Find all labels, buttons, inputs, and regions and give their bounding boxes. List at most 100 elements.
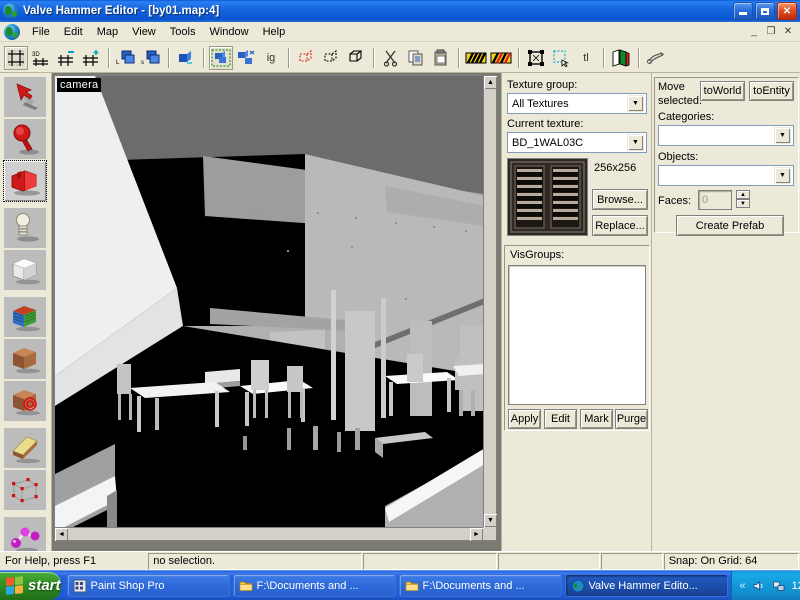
taskbar-item-paint-shop-pro[interactable]: Paint Shop Pro [66, 574, 230, 597]
ignore-groups-icon[interactable]: ig [259, 46, 283, 70]
group-objects-icon[interactable] [209, 45, 233, 70]
tray-expand-chevron-icon[interactable]: « [740, 580, 746, 592]
chevron-down-icon[interactable]: ▼ [627, 134, 644, 151]
categories-combo[interactable]: ▼ [658, 125, 794, 146]
brown-cube-target-icon[interactable] [4, 381, 46, 421]
grid-minus-icon[interactable] [54, 46, 78, 70]
restore-button[interactable] [755, 2, 775, 20]
wedge-clip-icon[interactable] [4, 428, 46, 468]
spinner-down-icon[interactable]: ▼ [736, 199, 750, 208]
chevron-down-icon[interactable]: ▼ [774, 127, 791, 144]
taskbar-item-explorer-1[interactable]: F:\Documents and ... [232, 574, 396, 597]
scrollbar-corner [483, 527, 496, 540]
3d-grid-icon[interactable]: 3D [29, 46, 53, 70]
toolbar-separator [638, 47, 640, 68]
minimize-button[interactable] [733, 2, 753, 20]
scissors-icon[interactable] [379, 46, 403, 70]
menu-item-map[interactable]: Map [90, 24, 125, 40]
taskbar-label: F:\Documents and ... [422, 579, 525, 592]
white-cube-icon[interactable] [4, 250, 46, 290]
textured-cube-icon[interactable] [4, 297, 46, 337]
show-all-icon[interactable] [344, 46, 368, 70]
selection-box-icon[interactable] [524, 46, 548, 70]
browse-label: Browse... [597, 193, 643, 206]
edit-label: Edit [551, 413, 570, 425]
menu-item-file[interactable]: File [25, 24, 57, 40]
grid-crosshair-icon[interactable] [4, 45, 28, 70]
carve-icon[interactable] [174, 46, 198, 70]
viewport-horizontal-scrollbar[interactable]: ◄ ► [55, 527, 483, 541]
brown-cube-icon[interactable] [4, 339, 46, 379]
taskbar-item-explorer-2[interactable]: F:\Documents and ... [398, 574, 562, 597]
network-icon[interactable] [772, 579, 786, 593]
mark-button[interactable]: Mark [580, 409, 613, 429]
cordon-box-icon[interactable] [549, 46, 573, 70]
taskbar-item-hammer[interactable]: Valve Hammer Edito... [564, 574, 728, 597]
mdi-minimize-button[interactable]: _ [746, 24, 762, 39]
hide-unselected-icon[interactable] [319, 46, 343, 70]
mdi-close-button[interactable]: ✕ [780, 24, 796, 39]
apply-label: Apply [510, 413, 539, 425]
purge-button[interactable]: Purge [615, 409, 648, 429]
viewport-vertical-scrollbar[interactable]: ▲ ▼ [483, 76, 497, 527]
load-group-icon[interactable]: L [114, 46, 138, 70]
vertex-cube-icon[interactable] [4, 470, 46, 510]
browse-button[interactable]: Browse... [592, 189, 648, 210]
menu-item-tools[interactable]: Tools [163, 24, 203, 40]
red-magnifier-icon[interactable] [4, 119, 46, 159]
svg-text:s: s [141, 60, 144, 66]
ungroup-objects-icon[interactable] [234, 46, 258, 70]
start-button[interactable]: start [0, 571, 61, 600]
scroll-up-arrow[interactable]: ▲ [484, 76, 497, 89]
close-button[interactable]: ✕ [777, 2, 797, 20]
copy-icon[interactable] [404, 46, 428, 70]
apply-button[interactable]: Apply [508, 409, 541, 429]
scroll-right-arrow[interactable]: ► [470, 528, 483, 541]
scroll-down-arrow[interactable]: ▼ [484, 514, 497, 527]
camera-3d-viewport[interactable]: camera [55, 76, 483, 527]
faces-field[interactable]: 0 [698, 190, 732, 210]
chevron-down-icon[interactable]: ▼ [627, 95, 644, 112]
current-texture-combo[interactable]: BD_1WAL03C ▼ [507, 132, 647, 153]
hide-selected-icon[interactable] [294, 46, 318, 70]
white-entity-icon[interactable] [4, 208, 46, 248]
menu-item-edit[interactable]: Edit [57, 24, 90, 40]
visgroup-pages-icon[interactable] [609, 46, 633, 70]
hammer-globe-icon [3, 3, 19, 19]
red-arrow-icon[interactable] [4, 77, 46, 117]
paste-icon[interactable] [429, 46, 453, 70]
texture-lock-icon[interactable] [464, 46, 488, 70]
status-selection: no selection. [148, 552, 363, 570]
faces-spinner[interactable]: ▲ ▼ [736, 190, 750, 208]
taskbar-label: Valve Hammer Edito... [588, 579, 698, 592]
menu-item-help[interactable]: Help [256, 24, 293, 40]
prefabs-panel: Move selected: toWorld toEntity Categori… [651, 73, 800, 551]
chevron-down-icon[interactable]: ▼ [774, 167, 791, 184]
texture-group-combo[interactable]: All Textures ▼ [507, 93, 647, 114]
to-entity-button[interactable]: toEntity [749, 81, 794, 101]
mdi-restore-button[interactable]: ❐ [763, 24, 779, 39]
to-world-button[interactable]: toWorld [700, 81, 745, 101]
edit-button[interactable]: Edit [544, 409, 577, 429]
visgroups-listbox[interactable] [508, 265, 646, 405]
scroll-left-arrow[interactable]: ◄ [55, 528, 68, 541]
replace-button[interactable]: Replace... [592, 215, 648, 236]
texture-scaling-lock-icon[interactable] [489, 46, 513, 70]
menu-item-window[interactable]: Window [202, 24, 255, 40]
menu-item-view[interactable]: View [125, 24, 163, 40]
status-bar: For Help, press F1 no selection. Snap: O… [0, 551, 800, 570]
run-map-icon[interactable] [644, 46, 668, 70]
to-world-label: toWorld [703, 85, 742, 97]
menu-bar: File Edit Map View Tools Window Help _ ❐… [0, 22, 800, 42]
grid-plus-icon[interactable] [79, 46, 103, 70]
volume-icon[interactable] [752, 579, 766, 593]
text-labels-icon[interactable]: tl [574, 46, 598, 70]
tray-clock[interactable]: 12:49 [792, 580, 800, 592]
objects-combo[interactable]: ▼ [658, 165, 794, 186]
red-camera-icon[interactable] [3, 160, 47, 202]
metal-vent-texture-thumbnail[interactable] [507, 158, 588, 236]
save-group-icon[interactable]: s [139, 46, 163, 70]
text-labels-label: tl [583, 51, 589, 64]
spinner-up-icon[interactable]: ▲ [736, 190, 750, 199]
create-prefab-button[interactable]: Create Prefab [676, 215, 784, 236]
